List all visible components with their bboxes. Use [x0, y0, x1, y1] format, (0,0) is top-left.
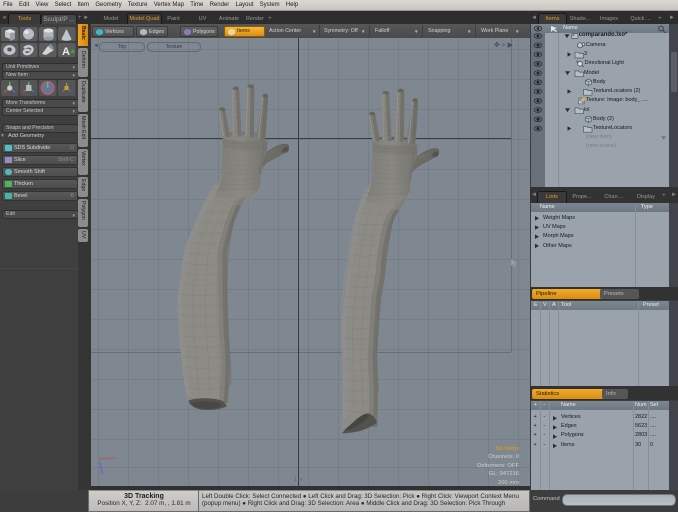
svg-text:A: A — [62, 46, 70, 58]
